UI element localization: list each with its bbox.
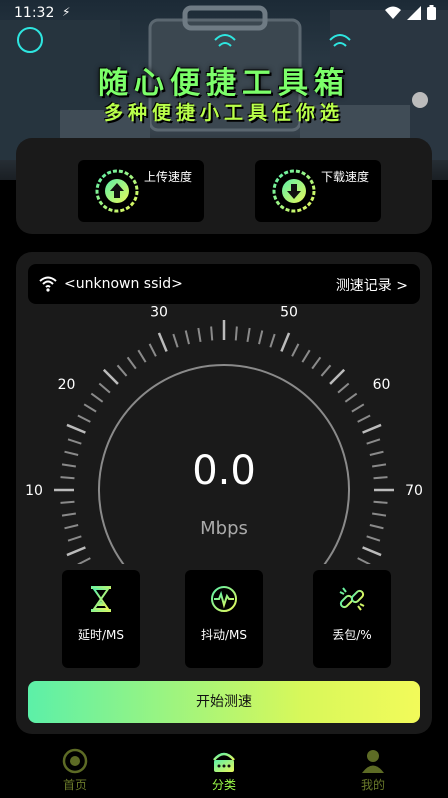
latency-metric[interactable]: 延时/MS [62, 570, 140, 668]
gauge-tick [357, 414, 371, 423]
gauge-tick-label: 50 [280, 304, 298, 320]
gauge-tick [362, 423, 382, 434]
banner-title: 随心便捷工具箱 [98, 66, 350, 101]
pulse-icon [211, 586, 237, 612]
gauge-tick [184, 330, 190, 345]
gauge-tick [197, 327, 202, 343]
speed-test-card: <unknown ssid> 测速记录 > 10 20 30 50 60 70 0.0 M… [16, 252, 432, 734]
banner-subtitle: 多种便捷小工具任你选 [103, 102, 344, 124]
download-speed-button[interactable]: 下载速度 [255, 160, 381, 222]
broken-link-icon [339, 587, 365, 611]
gauge-tick [83, 403, 97, 413]
speed-unit: Mbps [200, 518, 248, 539]
gauge-tick [246, 327, 251, 343]
upload-speed-button[interactable]: 上传速度 [78, 160, 204, 222]
gauge-tick [77, 414, 91, 423]
gauge-tick [66, 546, 86, 557]
gauge-tick-label: 20 [58, 377, 76, 393]
gauge-tick [344, 392, 358, 403]
gauge-tick [148, 343, 157, 357]
battery-icon [427, 5, 436, 20]
latency-label: 延时/MS [77, 628, 124, 642]
packet-loss-metric[interactable]: 丢包/% [313, 570, 391, 668]
network-info-bar: <unknown ssid> 测速记录 > [28, 264, 420, 304]
gauge-tick-label: 60 [373, 377, 391, 393]
gauge-tick [320, 364, 332, 377]
category-icon [213, 752, 235, 772]
gauge-tick [137, 349, 147, 363]
nav-home-label: 首页 [62, 778, 87, 792]
gauge-tick [126, 356, 137, 370]
gauge-tick [234, 326, 238, 341]
wifi-icon [39, 276, 57, 292]
status-icons [385, 5, 436, 20]
status-bar: 11:32 ⚡ [0, 0, 448, 26]
jitter-label: 抖动/MS [200, 628, 247, 642]
gauge-tick [116, 364, 128, 377]
gauge-tick [373, 500, 388, 504]
flash-icon: ⚡ [62, 5, 71, 19]
gauge-tick [98, 382, 111, 394]
wifi-signal-icon [385, 6, 401, 19]
gauge-tick [61, 512, 77, 517]
gauge-tick [301, 349, 311, 363]
gauge-tick [371, 512, 387, 517]
gauge-tick [357, 557, 371, 564]
nav-category-label: 分类 [211, 778, 236, 792]
status-time: 11:32 [14, 5, 55, 21]
gauge-tick [67, 438, 82, 445]
speed-history-link[interactable]: 测速记录 > [336, 275, 408, 295]
nav-mine-label: 我的 [360, 778, 385, 792]
home-icon [62, 748, 88, 774]
upload-icon [95, 169, 139, 213]
gauge-tick [269, 333, 276, 348]
gauge-tick [77, 557, 91, 564]
start-test-button[interactable]: 开始测速 [28, 681, 420, 723]
gauge-tick [329, 368, 346, 385]
gauge-tick [157, 332, 168, 352]
network-ssid: <unknown ssid> [64, 276, 183, 292]
speed-mode-card: 上传速度 下载速度 [16, 138, 432, 234]
speed-value: 0.0 [192, 448, 256, 494]
bottom-nav: 首页 分类 我的 [0, 744, 448, 798]
user-icon [362, 750, 384, 773]
gauge-tick [102, 368, 119, 385]
cell-signal-icon [407, 5, 421, 20]
gauge-tick [311, 356, 322, 370]
download-icon [272, 169, 316, 213]
gauge-tick [60, 500, 75, 504]
gauge-tick [280, 332, 291, 352]
gauge-tick [66, 423, 86, 434]
hourglass-icon [91, 586, 111, 612]
gauge-tick [362, 546, 382, 557]
nav-item-category[interactable]: 分类 [184, 748, 264, 796]
nav-item-home[interactable]: 首页 [35, 748, 115, 796]
gauge-tick [291, 343, 300, 357]
packet-loss-label: 丢包/% [332, 628, 372, 642]
gauge-tick [172, 333, 179, 348]
gauge-tick [366, 438, 381, 445]
download-speed-label: 下载速度 [321, 170, 370, 184]
gauge-tick [351, 403, 365, 413]
jitter-metric[interactable]: 抖动/MS [185, 570, 263, 668]
nav-item-mine[interactable]: 我的 [333, 748, 413, 796]
gauge-tick [337, 382, 350, 394]
gauge-tick [90, 392, 104, 403]
gauge-tick [210, 326, 214, 341]
gauge-tick-label: 30 [150, 304, 168, 320]
upload-speed-label: 上传速度 [144, 170, 193, 184]
gauge-tick [258, 330, 264, 345]
